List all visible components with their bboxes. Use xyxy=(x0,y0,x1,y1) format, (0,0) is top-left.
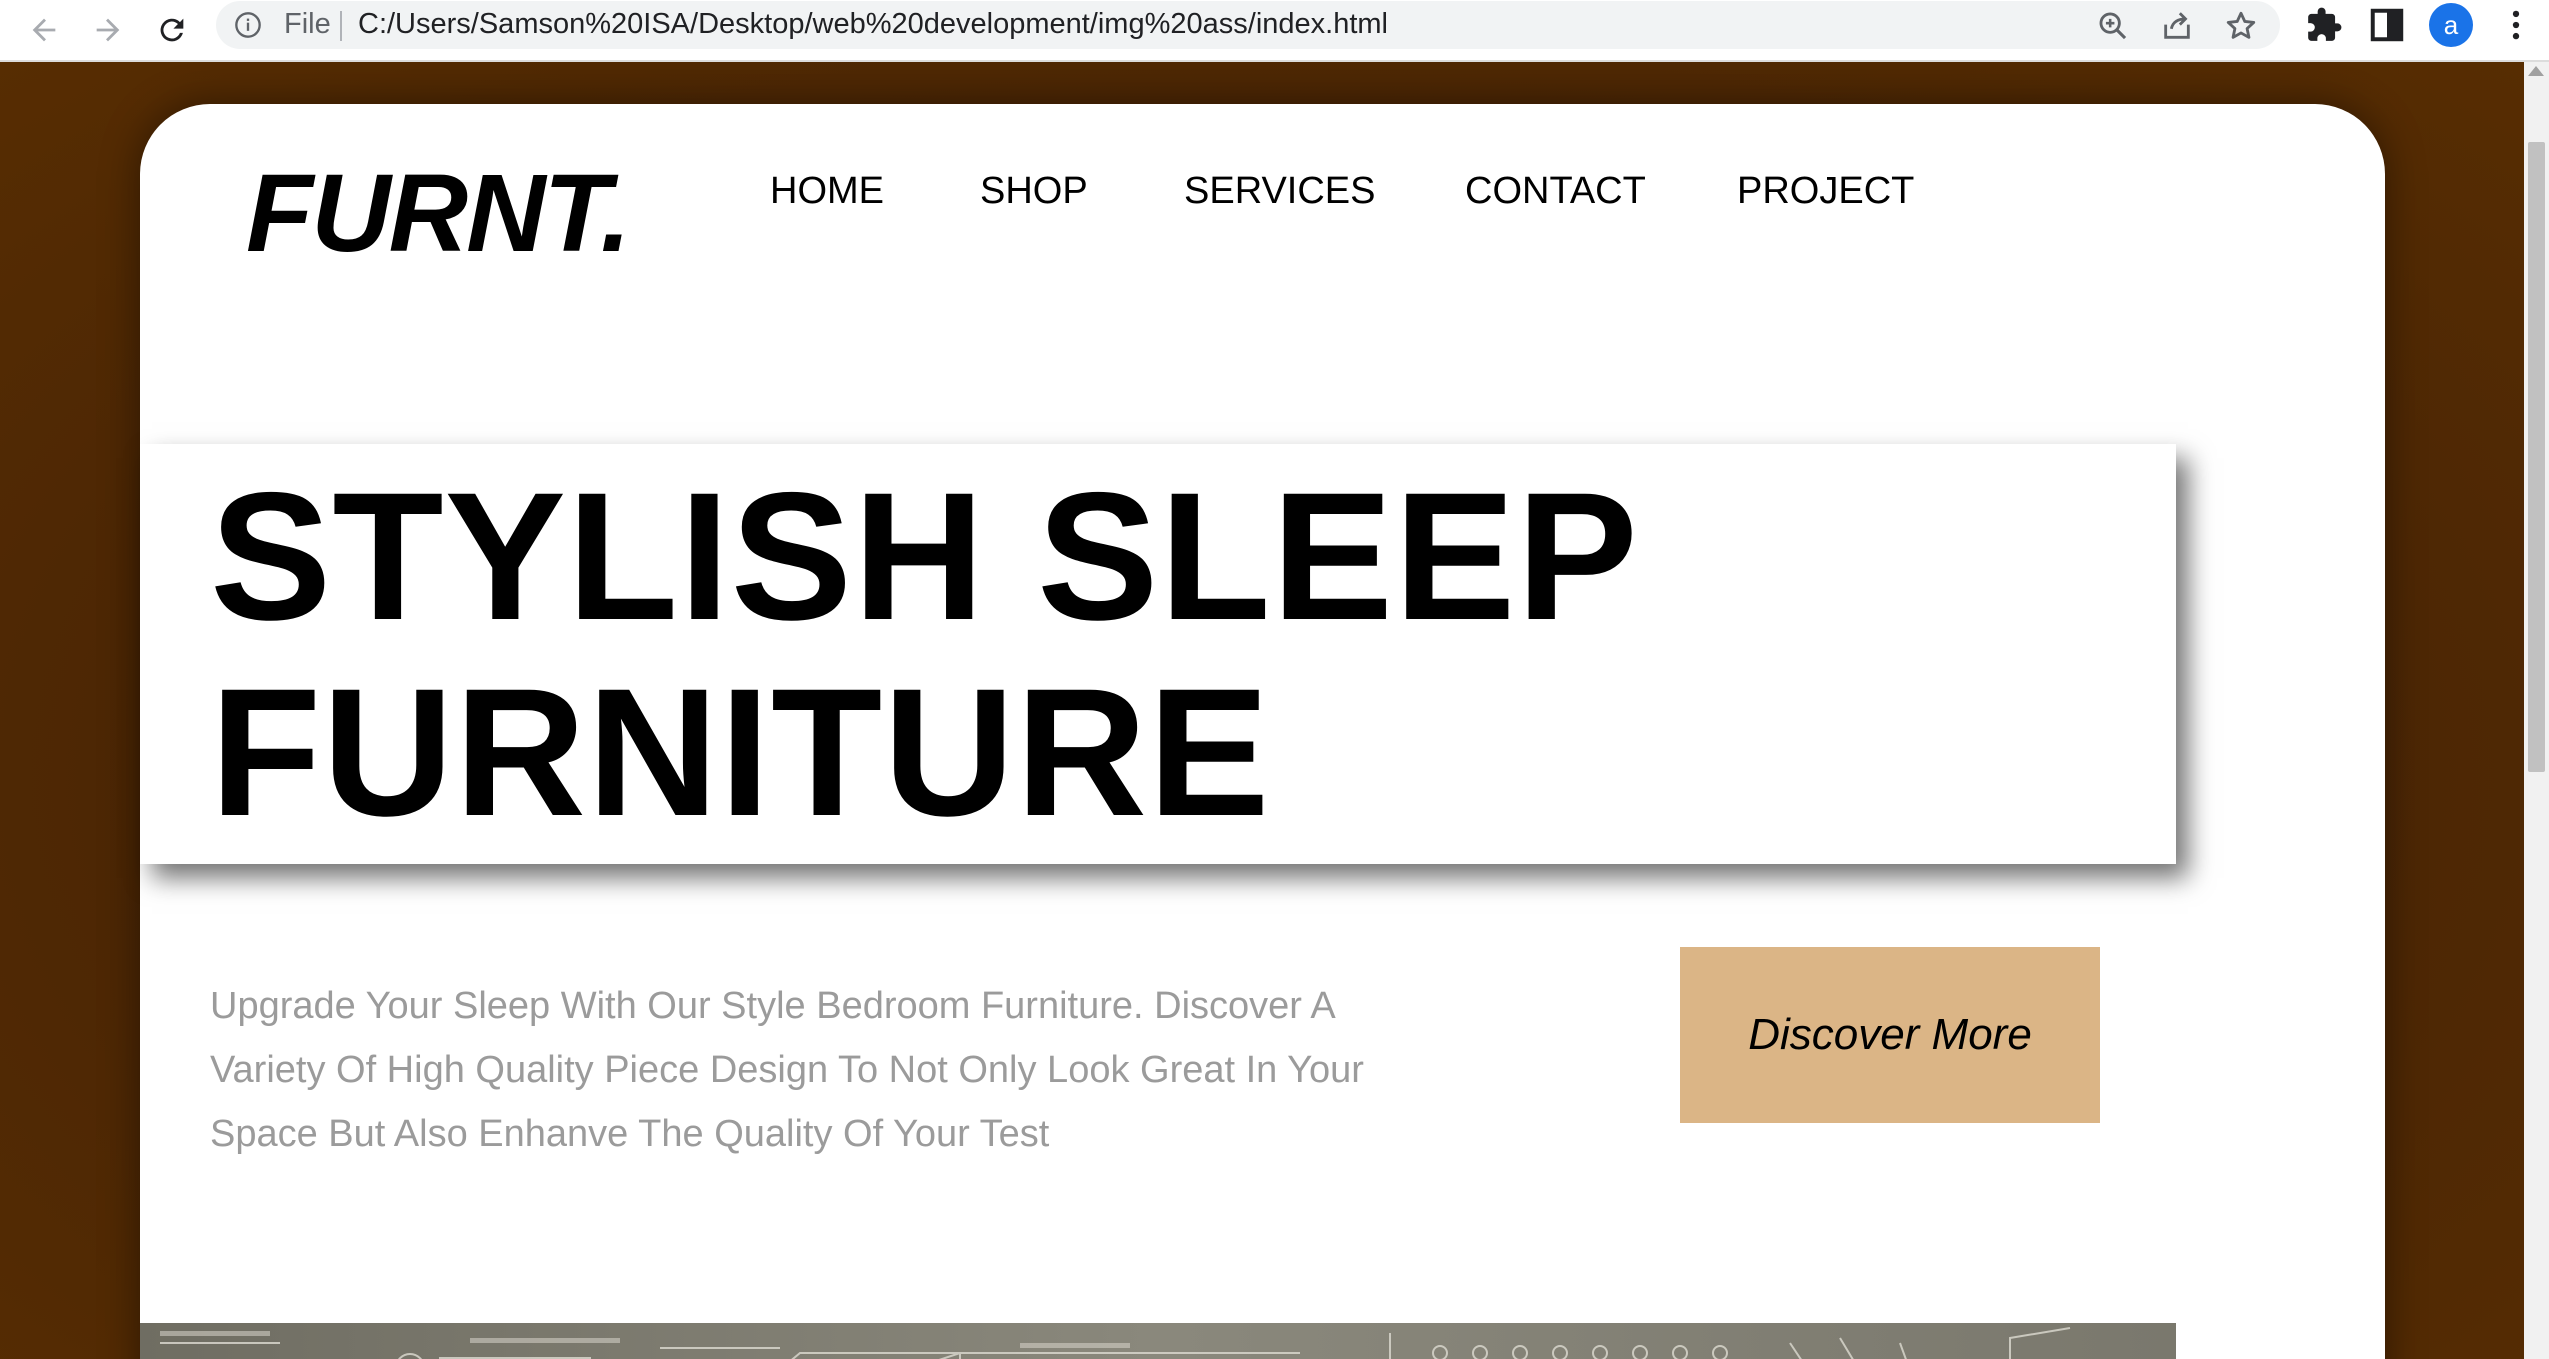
forward-arrow-icon xyxy=(96,18,120,42)
side-panel-icon[interactable] xyxy=(2368,6,2406,44)
nav-item-contact[interactable]: CONTACT xyxy=(1465,170,1646,213)
reload-icon xyxy=(160,18,184,42)
hero-description: Upgrade Your Sleep With Our Style Bedroo… xyxy=(210,985,1364,1155)
star-icon[interactable] xyxy=(2224,9,2258,43)
discover-more-button[interactable]: Discover More xyxy=(1680,947,2100,1123)
hero-title-line-1: STYLISH SLEEP xyxy=(210,454,1639,658)
content-card: FURNT. HOME SHOP SERVICES CONTACT PROJEC… xyxy=(140,104,2385,1359)
nav-item-services[interactable]: SERVICES xyxy=(1184,170,1375,213)
back-button[interactable] xyxy=(20,6,68,54)
nav-item-home[interactable]: HOME xyxy=(770,170,884,213)
page-scrollbar[interactable] xyxy=(2524,62,2549,1359)
extensions-icon[interactable] xyxy=(2305,6,2343,44)
kebab-menu-icon[interactable] xyxy=(2497,6,2535,44)
hero-title-line-2: FURNITURE xyxy=(210,650,1271,854)
browser-toolbar: File C:/Users/Samson%20ISA/Desktop/web%2… xyxy=(0,0,2549,62)
hero-title: STYLISH SLEEP FURNITURE xyxy=(210,458,1639,850)
reload-button[interactable] xyxy=(148,6,196,54)
address-bar[interactable]: File C:/Users/Samson%20ISA/Desktop/web%2… xyxy=(216,1,2280,49)
zoom-icon[interactable] xyxy=(2096,9,2130,43)
site-logo[interactable]: FURNT. xyxy=(246,150,631,277)
nav-item-project[interactable]: PROJECT xyxy=(1737,170,1914,213)
scrollbar-thumb[interactable] xyxy=(2528,142,2545,772)
info-icon[interactable] xyxy=(234,11,262,39)
blueprint-image xyxy=(140,1323,2176,1359)
url-scheme-label: File xyxy=(284,8,331,40)
hero-banner: STYLISH SLEEP FURNITURE xyxy=(140,444,2176,864)
avatar[interactable]: a xyxy=(2429,3,2473,47)
scroll-up-arrow-icon[interactable] xyxy=(2528,66,2544,76)
back-arrow-icon xyxy=(32,18,56,42)
url-text[interactable]: C:/Users/Samson%20ISA/Desktop/web%20deve… xyxy=(358,8,1388,41)
forward-button[interactable] xyxy=(84,6,132,54)
page-viewport: FURNT. HOME SHOP SERVICES CONTACT PROJEC… xyxy=(0,62,2524,1359)
share-icon[interactable] xyxy=(2160,9,2194,43)
blueprint-illustration xyxy=(160,1327,2071,1359)
nav-item-shop[interactable]: SHOP xyxy=(980,170,1088,213)
url-separator xyxy=(340,11,342,41)
